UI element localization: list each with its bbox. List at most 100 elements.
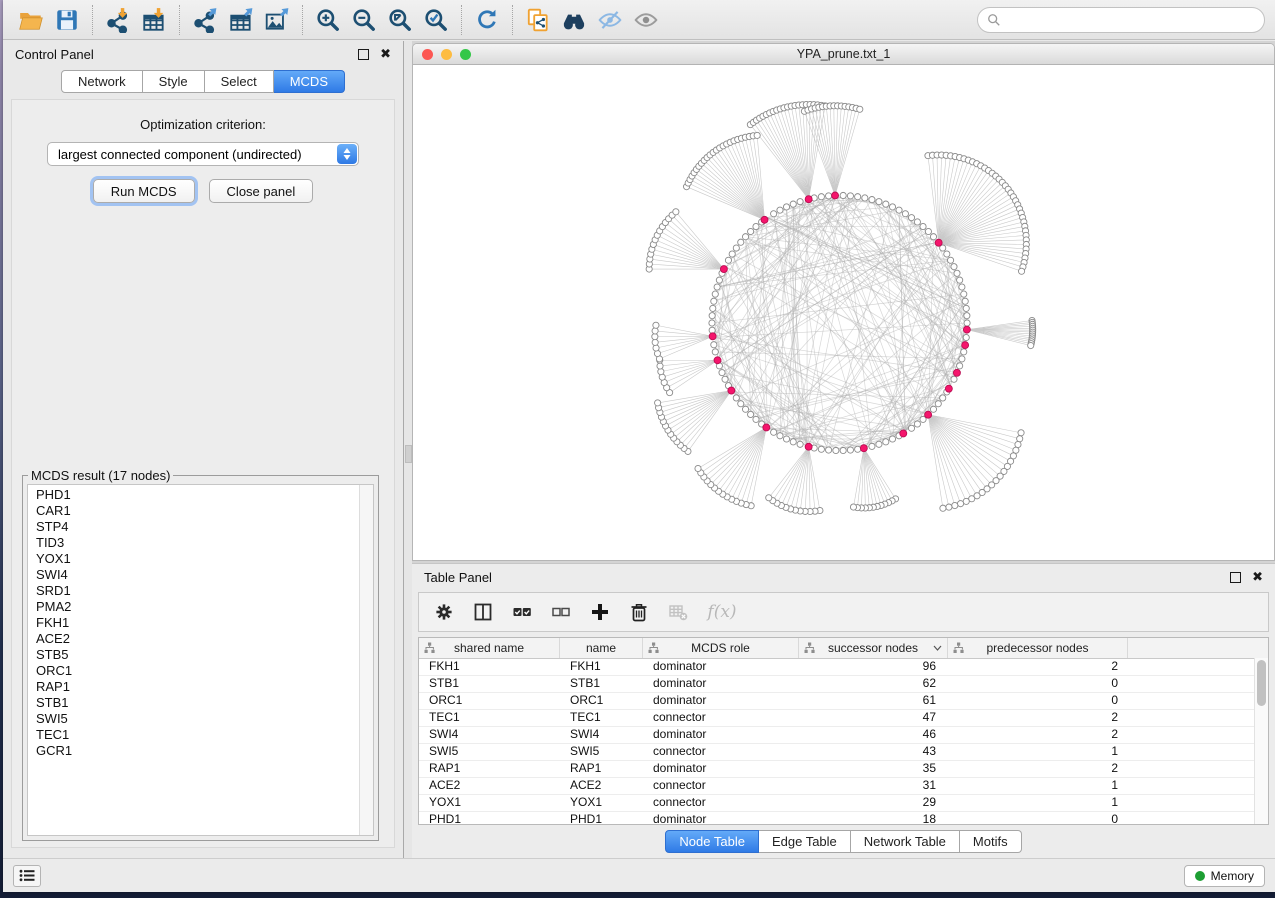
zoom-in-icon[interactable] bbox=[310, 4, 346, 36]
table-row[interactable]: SWI5SWI5connector431 bbox=[419, 744, 1268, 761]
find-icon[interactable] bbox=[556, 4, 592, 36]
mcds-result-item[interactable]: STB5 bbox=[36, 647, 359, 663]
table-row[interactable]: ORC1ORC1dominator610 bbox=[419, 693, 1268, 710]
tab-mcds[interactable]: MCDS bbox=[274, 70, 345, 93]
tab-network[interactable]: Network bbox=[61, 70, 143, 93]
tab-network-table[interactable]: Network Table bbox=[851, 830, 960, 853]
zoom-fit-icon[interactable] bbox=[382, 4, 418, 36]
memory-status-dot bbox=[1195, 871, 1205, 881]
function-builder-icon[interactable]: f(x) bbox=[706, 601, 738, 623]
table-scrollbar[interactable] bbox=[1254, 658, 1268, 824]
mcds-result-item[interactable]: RAP1 bbox=[36, 679, 359, 695]
table-panel: Table Panel ✖ f(x) shared namenameMCDS r… bbox=[412, 563, 1275, 858]
mcds-result-item[interactable]: STP4 bbox=[36, 519, 359, 535]
toolbar-separator bbox=[302, 5, 303, 35]
export-network-icon[interactable] bbox=[187, 4, 223, 36]
ui-settings-button[interactable] bbox=[13, 865, 41, 887]
table-row[interactable]: ACE2ACE2connector311 bbox=[419, 778, 1268, 795]
float-table-panel-icon[interactable] bbox=[1230, 572, 1241, 583]
table-row[interactable]: STB1STB1dominator620 bbox=[419, 676, 1268, 693]
add-column-icon[interactable] bbox=[589, 601, 611, 623]
cell-mcds_role: connector bbox=[643, 744, 799, 760]
table-row[interactable]: SWI4SWI4dominator462 bbox=[419, 727, 1268, 744]
import-network-icon[interactable] bbox=[100, 4, 136, 36]
close-panel-icon[interactable]: ✖ bbox=[380, 49, 391, 59]
delete-table-icon[interactable] bbox=[667, 601, 689, 623]
tab-style[interactable]: Style bbox=[143, 70, 205, 93]
table-scrollbar-thumb[interactable] bbox=[1257, 660, 1266, 706]
traffic-light-close[interactable] bbox=[422, 49, 433, 60]
mcds-result-item[interactable]: SWI4 bbox=[36, 567, 359, 583]
mcds-result-item[interactable]: FKH1 bbox=[36, 615, 359, 631]
cell-shared_name: ORC1 bbox=[419, 693, 560, 709]
network-window-titlebar[interactable]: YPA_prune.txt_1 bbox=[413, 44, 1274, 65]
tab-select[interactable]: Select bbox=[205, 70, 274, 93]
mcds-result-item[interactable]: STB1 bbox=[36, 695, 359, 711]
table-row[interactable]: RAP1RAP1dominator352 bbox=[419, 761, 1268, 778]
column-header-successor-nodes[interactable]: successor nodes bbox=[799, 638, 948, 658]
mcds-result-item[interactable]: ACE2 bbox=[36, 631, 359, 647]
search-box[interactable] bbox=[977, 7, 1265, 33]
close-panel-button[interactable]: Close panel bbox=[209, 179, 314, 203]
tab-node-table[interactable]: Node Table bbox=[665, 830, 759, 853]
tab-motifs[interactable]: Motifs bbox=[960, 830, 1022, 853]
search-input[interactable] bbox=[1006, 9, 1255, 31]
mcds-result-item[interactable]: PMA2 bbox=[36, 599, 359, 615]
zoom-out-icon[interactable] bbox=[346, 4, 382, 36]
network-canvas[interactable] bbox=[413, 65, 1274, 560]
mcds-result-item[interactable]: CAR1 bbox=[36, 503, 359, 519]
close-table-panel-icon[interactable]: ✖ bbox=[1252, 572, 1263, 582]
column-header-shared-name[interactable]: shared name bbox=[419, 638, 560, 658]
table-row[interactable]: FKH1FKH1dominator962 bbox=[419, 659, 1268, 676]
table-settings-gear-icon[interactable] bbox=[433, 601, 455, 623]
splitter-grip[interactable] bbox=[405, 445, 412, 463]
result-scrollbar[interactable] bbox=[359, 485, 373, 835]
mcds-result-item[interactable]: SRD1 bbox=[36, 583, 359, 599]
column-header-predecessor-nodes[interactable]: predecessor nodes bbox=[948, 638, 1128, 658]
mcds-result-item[interactable]: YOX1 bbox=[36, 551, 359, 567]
tab-edge-table[interactable]: Edge Table bbox=[759, 830, 851, 853]
zoom-selected-icon[interactable] bbox=[418, 4, 454, 36]
hide-selected-icon[interactable] bbox=[592, 4, 628, 36]
duplicate-network-icon[interactable] bbox=[520, 4, 556, 36]
cell-name: ACE2 bbox=[560, 778, 643, 794]
export-image-icon[interactable] bbox=[259, 4, 295, 36]
mcds-result-list[interactable]: PHD1CAR1STP4TID3YOX1SWI4SRD1PMA2FKH1ACE2… bbox=[28, 485, 359, 835]
mcds-result-item[interactable]: GCR1 bbox=[36, 743, 359, 759]
select-all-columns-icon[interactable] bbox=[511, 601, 533, 623]
float-panel-icon[interactable] bbox=[358, 49, 369, 60]
import-table-icon[interactable] bbox=[136, 4, 172, 36]
toggle-panel-columns-icon[interactable] bbox=[472, 601, 494, 623]
mcds-result-item[interactable]: TID3 bbox=[36, 535, 359, 551]
mcds-result-item[interactable]: ORC1 bbox=[36, 663, 359, 679]
delete-column-icon[interactable] bbox=[628, 601, 650, 623]
criterion-select[interactable]: largest connected component (undirected) bbox=[47, 142, 359, 166]
cell-successor_nodes: 43 bbox=[799, 744, 948, 760]
save-session-icon[interactable] bbox=[49, 4, 85, 36]
export-table-icon[interactable] bbox=[223, 4, 259, 36]
cell-shared_name: PHD1 bbox=[419, 812, 560, 825]
run-mcds-button[interactable]: Run MCDS bbox=[93, 179, 195, 203]
unselect-all-columns-icon[interactable] bbox=[550, 601, 572, 623]
list-icon bbox=[19, 869, 35, 882]
table-row[interactable]: YOX1YOX1connector291 bbox=[419, 795, 1268, 812]
cell-successor_nodes: 47 bbox=[799, 710, 948, 726]
mcds-result-title: MCDS result (17 nodes) bbox=[28, 468, 173, 483]
mcds-result-box: MCDS result (17 nodes) PHD1CAR1STP4TID3Y… bbox=[22, 468, 379, 841]
refresh-icon[interactable] bbox=[469, 4, 505, 36]
mcds-result-item[interactable]: SWI5 bbox=[36, 711, 359, 727]
show-all-icon[interactable] bbox=[628, 4, 664, 36]
open-file-icon[interactable] bbox=[13, 4, 49, 36]
mcds-result-item[interactable]: PHD1 bbox=[36, 487, 359, 503]
table-row[interactable]: PHD1PHD1dominator180 bbox=[419, 812, 1268, 825]
mcds-result-item[interactable]: TEC1 bbox=[36, 727, 359, 743]
memory-button[interactable]: Memory bbox=[1184, 865, 1265, 887]
traffic-light-minimize[interactable] bbox=[441, 49, 452, 60]
network-graph[interactable] bbox=[413, 65, 1274, 560]
panel-splitter[interactable] bbox=[403, 41, 412, 858]
column-header-MCDS-role[interactable]: MCDS role bbox=[643, 638, 799, 658]
traffic-light-zoom[interactable] bbox=[460, 49, 471, 60]
table-row[interactable]: TEC1TEC1connector472 bbox=[419, 710, 1268, 727]
column-header-name[interactable]: name bbox=[560, 638, 643, 658]
network-view-window: YPA_prune.txt_1 bbox=[412, 43, 1275, 561]
